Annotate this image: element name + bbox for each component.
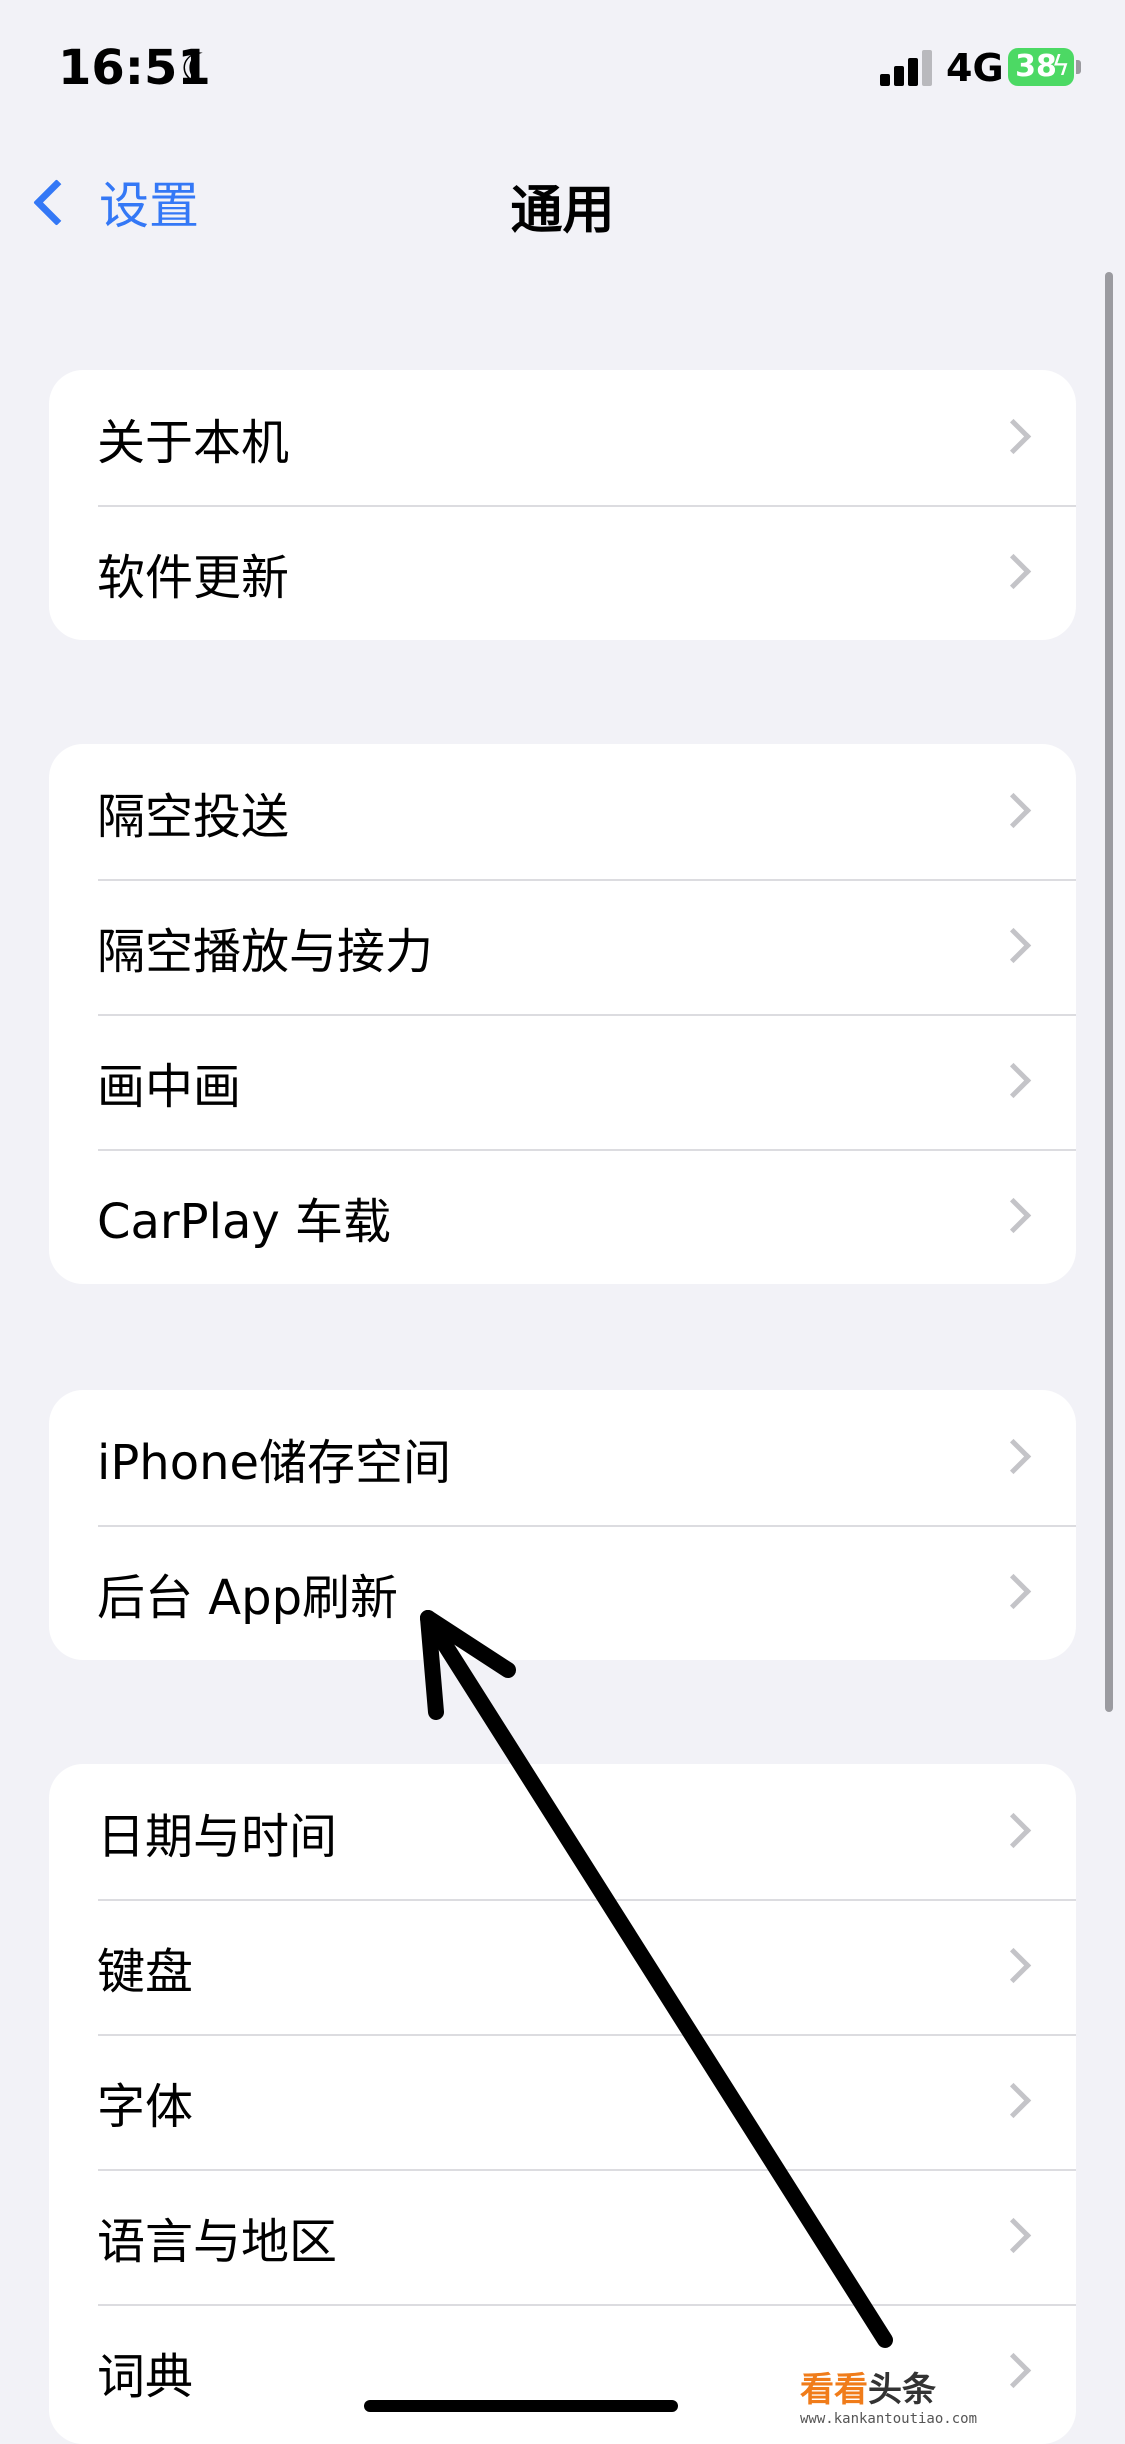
watermark-url: www.kankantoutiao.com xyxy=(800,2411,978,2427)
settings-row-iphone-storage[interactable]: iPhone储存空间 xyxy=(49,1390,1076,1525)
cellular-signal-icon xyxy=(880,48,932,86)
chevron-right-icon xyxy=(995,1947,1032,1984)
charging-bolt-icon: ϟ xyxy=(1051,49,1070,82)
row-label: 语言与地区 xyxy=(97,2213,338,2270)
row-label: 字体 xyxy=(97,2078,194,2135)
settings-row-airplay-handoff[interactable]: 隔空播放与接力 xyxy=(49,879,1076,1014)
home-indicator[interactable] xyxy=(364,2400,678,2412)
settings-group-about: 关于本机 软件更新 xyxy=(49,370,1076,640)
chevron-right-icon xyxy=(995,927,1032,964)
chevron-right-icon xyxy=(995,553,1032,590)
row-label: CarPlay 车载 xyxy=(97,1193,392,1250)
row-label: 后台 App刷新 xyxy=(97,1569,399,1626)
battery-cap xyxy=(1076,60,1081,74)
row-label: 关于本机 xyxy=(97,414,290,471)
chevron-right-icon xyxy=(995,1062,1032,1099)
settings-group-storage: iPhone储存空间 后台 App刷新 xyxy=(49,1390,1076,1660)
row-label: 软件更新 xyxy=(97,549,290,606)
chevron-right-icon xyxy=(995,792,1032,829)
chevron-right-icon xyxy=(995,1812,1032,1849)
scrollbar[interactable] xyxy=(1105,272,1113,1712)
settings-row-keyboard[interactable]: 键盘 xyxy=(49,1899,1076,2034)
status-bar: 16:51 ☾ 4G 38 ϟ xyxy=(0,0,1125,130)
settings-group-connectivity: 隔空投送 隔空播放与接力 画中画 CarPlay 车载 xyxy=(49,744,1076,1284)
chevron-right-icon xyxy=(995,2352,1032,2389)
settings-row-fonts[interactable]: 字体 xyxy=(49,2034,1076,2169)
settings-group-locale: 日期与时间 键盘 字体 语言与地区 词典 xyxy=(49,1764,1076,2444)
navigation-bar: 设置 通用 xyxy=(0,150,1125,250)
battery-icon: 38 ϟ xyxy=(1008,48,1074,86)
page-title: 通用 xyxy=(510,181,615,241)
chevron-right-icon xyxy=(995,2082,1032,2119)
chevron-right-icon xyxy=(995,1438,1032,1475)
focus-moon-icon: ☾ xyxy=(180,44,218,93)
row-label: 隔空播放与接力 xyxy=(97,923,434,980)
chevron-right-icon xyxy=(995,1573,1032,1610)
settings-row-language-region[interactable]: 语言与地区 xyxy=(49,2169,1076,2304)
settings-row-software-update[interactable]: 软件更新 xyxy=(49,505,1076,640)
chevron-right-icon xyxy=(995,2217,1032,2254)
network-type: 4G xyxy=(946,46,1004,90)
settings-row-background-app-refresh[interactable]: 后台 App刷新 xyxy=(49,1525,1076,1660)
row-label: 画中画 xyxy=(97,1058,242,1115)
settings-row-about[interactable]: 关于本机 xyxy=(49,370,1076,505)
settings-row-carplay[interactable]: CarPlay 车载 xyxy=(49,1149,1076,1284)
settings-row-date-time[interactable]: 日期与时间 xyxy=(49,1764,1076,1899)
row-label: 键盘 xyxy=(97,1943,194,2000)
chevron-right-icon xyxy=(995,1197,1032,1234)
watermark-part2: 头条 xyxy=(868,2370,936,2410)
row-label: iPhone储存空间 xyxy=(97,1434,452,1491)
row-label: 隔空投送 xyxy=(97,788,290,845)
watermark-part1: 看看 xyxy=(800,2370,868,2410)
row-label: 日期与时间 xyxy=(97,1808,338,1865)
settings-row-airdrop[interactable]: 隔空投送 xyxy=(49,744,1076,879)
watermark: 看看头条 www.kankantoutiao.com xyxy=(800,2362,977,2427)
settings-row-picture-in-picture[interactable]: 画中画 xyxy=(49,1014,1076,1149)
chevron-right-icon xyxy=(995,418,1032,455)
row-label: 词典 xyxy=(97,2348,194,2405)
watermark-logo: 看看头条 xyxy=(800,2362,977,2411)
